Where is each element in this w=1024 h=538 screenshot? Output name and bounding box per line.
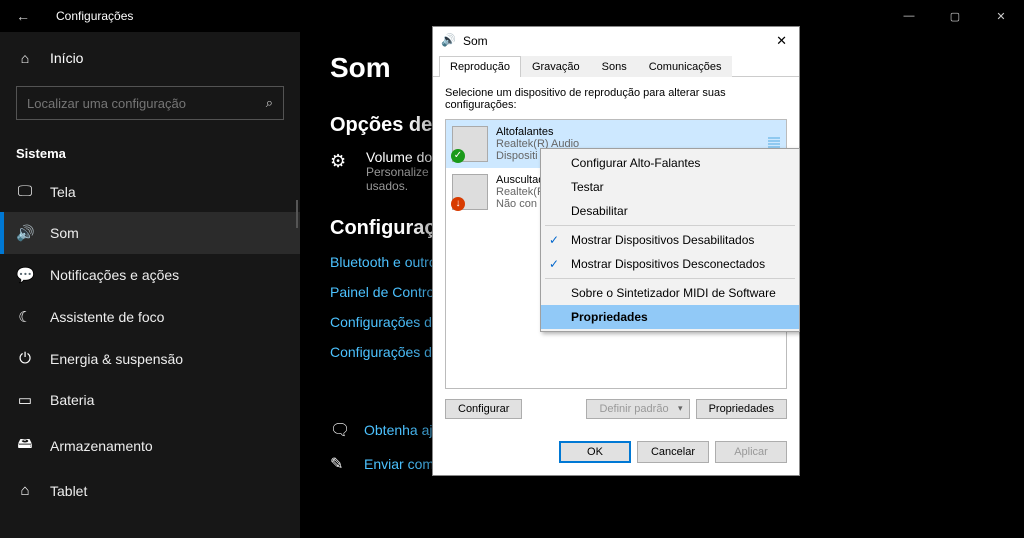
search-input[interactable] (27, 96, 266, 111)
dialog-titlebar[interactable]: 🔊 Som ✕ (433, 27, 799, 55)
device-sub2: Não con (496, 198, 545, 210)
ctx-disable[interactable]: Desabilitar (541, 199, 799, 223)
ctx-properties[interactable]: Propriedades (541, 305, 799, 329)
sidebar-item-label: Notificações e ações (50, 267, 179, 283)
dialog-tabs: Reprodução Gravação Sons Comunicações (433, 55, 799, 77)
volume-sub: Personalize (366, 165, 432, 179)
back-icon[interactable]: ← (16, 8, 32, 24)
ok-button[interactable]: OK (559, 441, 631, 463)
ctx-separator (545, 278, 795, 279)
notifications-icon: 💬 (16, 266, 34, 284)
sidebar-item-tela[interactable]: 🖵 Tela (0, 171, 300, 212)
sidebar-item-som[interactable]: 🔊 Som (0, 212, 300, 254)
cancel-button[interactable]: Cancelar (637, 441, 709, 463)
dialog-close-button[interactable]: ✕ (772, 33, 791, 49)
dialog-instruction: Selecione um dispositivo de reprodução p… (445, 87, 787, 111)
sidebar: ⌂ Início ⌕ Sistema 🖵 Tela 🔊 Som 💬 Notifi… (0, 32, 300, 538)
sidebar-item-armazenamento[interactable]: 🖴 Armazenamento (0, 421, 300, 470)
properties-button[interactable]: Propriedades (696, 399, 787, 419)
focus-icon: ☾ (16, 308, 34, 326)
sidebar-item-tablet[interactable]: ⌂ Tablet (0, 470, 300, 511)
tab-comunicacoes[interactable]: Comunicações (638, 56, 733, 77)
sliders-icon: ⚙ (330, 151, 352, 172)
ctx-show-disabled[interactable]: Mostrar Dispositivos Desabilitados (541, 228, 799, 252)
sidebar-item-label: Tela (50, 184, 76, 200)
window-controls: — ▢ ✕ (886, 0, 1024, 32)
ctx-configure-speakers[interactable]: Configurar Alto-Falantes (541, 151, 799, 175)
device-name: Auscultad (496, 174, 545, 186)
configure-button[interactable]: Configurar (445, 399, 522, 419)
apply-button[interactable]: Aplicar (715, 441, 787, 463)
sidebar-item-foco[interactable]: ☾ Assistente de foco (0, 296, 300, 338)
ctx-separator (545, 225, 795, 226)
sound-icon: 🔊 (16, 224, 34, 242)
minimize-button[interactable]: — (886, 0, 932, 32)
sidebar-item-energia[interactable]: ⏻ Energia & suspensão (0, 338, 300, 379)
ctx-test[interactable]: Testar (541, 175, 799, 199)
sidebar-item-label: Bateria (50, 392, 94, 408)
search-icon: ⌕ (266, 95, 273, 111)
search-box[interactable]: ⌕ (16, 86, 284, 120)
dialog-title: Som (463, 34, 772, 48)
sidebar-item-bateria[interactable]: ▭ Bateria (0, 379, 300, 421)
sidebar-category: Sistema (0, 130, 300, 171)
home-icon: ⌂ (16, 50, 34, 66)
headphones-device-icon (452, 174, 488, 210)
maximize-button[interactable]: ▢ (932, 0, 978, 32)
device-sub1: Realtek(R (496, 186, 545, 198)
display-icon: 🖵 (16, 183, 34, 200)
storage-icon: 🖴 (16, 433, 34, 458)
speaker-icon: 🔊 (441, 33, 457, 49)
help-icon: 🗨 (330, 420, 350, 440)
volume-label: Volume do (366, 149, 432, 165)
sidebar-item-label: Energia & suspensão (50, 351, 183, 367)
set-default-button[interactable]: Definir padrão (586, 399, 689, 419)
context-menu: Configurar Alto-Falantes Testar Desabili… (540, 148, 800, 332)
volume-sub2: usados. (366, 179, 432, 193)
home-label: Início (50, 50, 83, 66)
ctx-midi-about[interactable]: Sobre o Sintetizador MIDI de Software (541, 281, 799, 305)
speaker-device-icon (452, 126, 488, 162)
tablet-icon: ⌂ (16, 482, 34, 499)
window-title: Configurações (56, 9, 1008, 23)
tab-gravacao[interactable]: Gravação (521, 56, 591, 77)
power-icon: ⏻ (16, 350, 34, 367)
sidebar-item-label: Assistente de foco (50, 309, 164, 325)
tab-reproducao[interactable]: Reprodução (439, 56, 521, 77)
sidebar-item-label: Som (50, 225, 79, 241)
feedback-icon: ✎ (330, 454, 350, 474)
sidebar-item-label: Armazenamento (50, 438, 153, 454)
sidebar-item-label: Tablet (50, 483, 87, 499)
tab-sons[interactable]: Sons (591, 56, 638, 77)
close-button[interactable]: ✕ (978, 0, 1024, 32)
device-name: Altofalantes (496, 126, 579, 138)
sidebar-home[interactable]: ⌂ Início (0, 40, 300, 76)
scrollbar[interactable] (296, 200, 298, 228)
ctx-show-disconnected[interactable]: Mostrar Dispositivos Desconectados (541, 252, 799, 276)
battery-icon: ▭ (16, 391, 34, 409)
sidebar-item-notificacoes[interactable]: 💬 Notificações e ações (0, 254, 300, 296)
